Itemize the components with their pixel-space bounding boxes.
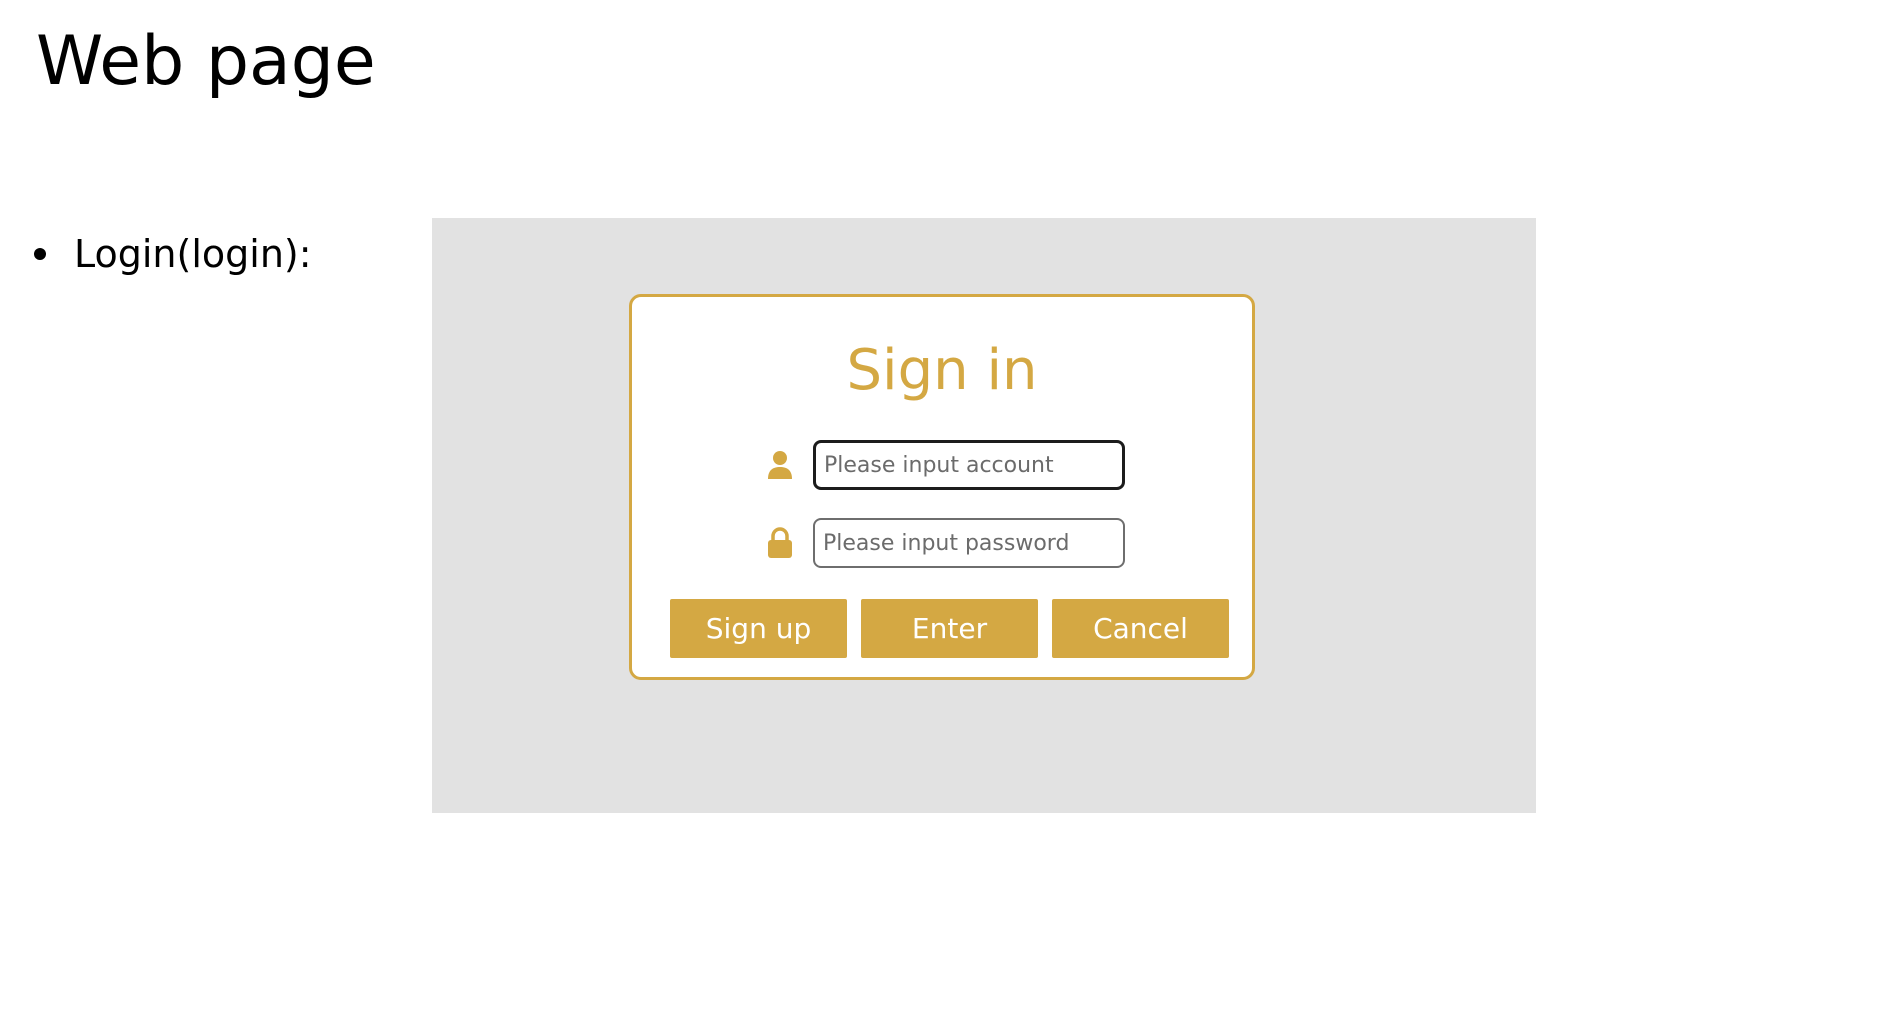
sign-up-button[interactable]: Sign up (670, 599, 847, 658)
cancel-button[interactable]: Cancel (1052, 599, 1229, 658)
password-row (765, 518, 1125, 568)
bullet-item: Login(login): (34, 226, 312, 282)
slide: Web page Login(login): Sign in Please in… (0, 0, 1904, 1026)
login-title: Sign in (846, 338, 1038, 403)
login-page-preview: Sign in Please input account Sign up Ent… (432, 218, 1536, 813)
user-icon (765, 448, 795, 482)
enter-button[interactable]: Enter (861, 599, 1038, 658)
lock-icon (765, 526, 795, 560)
page-title: Web page (36, 22, 376, 101)
button-row: Sign up Enter Cancel (670, 599, 1229, 658)
account-input[interactable] (813, 440, 1125, 490)
account-row (765, 440, 1125, 490)
password-input[interactable] (813, 518, 1125, 568)
bullet-text: Login(login): (74, 232, 312, 276)
login-card: Sign in Please input account Sign up Ent… (629, 294, 1255, 680)
bullet-dot (34, 248, 46, 260)
